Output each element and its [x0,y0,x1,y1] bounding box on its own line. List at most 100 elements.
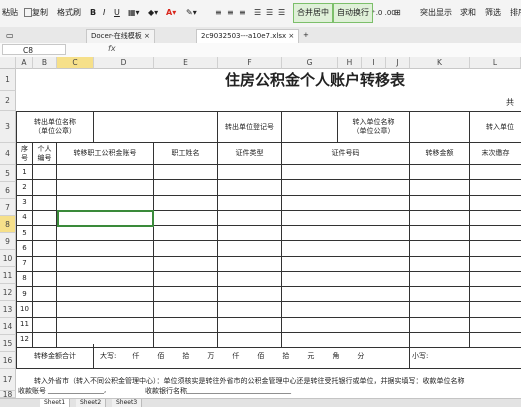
data-cell[interactable] [282,180,410,196]
fx-label[interactable]: fx [108,44,116,53]
data-cell[interactable] [154,241,218,257]
col-header-e[interactable]: E [154,57,218,69]
tab-docer[interactable]: Docer-在线模板 × [86,29,155,43]
data-cell[interactable] [470,257,521,272]
select-all-corner[interactable] [0,57,16,69]
row-header-4[interactable]: 4 [0,143,16,165]
data-cell[interactable] [33,210,57,226]
col-header-c[interactable]: C [57,57,94,69]
col-header-i[interactable]: I [362,57,386,69]
tab-nav-icon[interactable]: ▭ [2,29,18,42]
data-cell[interactable] [470,226,521,242]
format-painter-button[interactable]: 格式刷 [57,5,81,21]
data-cell[interactable] [410,165,470,181]
sum-button[interactable]: 求和 [460,5,476,21]
data-cell[interactable] [154,180,218,196]
data-cell[interactable] [218,226,282,242]
data-cell[interactable] [410,256,470,272]
auto-wrap-button[interactable]: 自动换行 [333,3,373,23]
col-header-a[interactable]: A [16,57,33,69]
row-header-8[interactable]: 8 [0,216,16,233]
row-header-17[interactable]: 17 [0,369,16,391]
data-cell[interactable] [154,271,218,287]
data-cell[interactable] [218,317,282,333]
out-reg-value[interactable] [282,111,338,143]
data-cell[interactable] [154,226,218,242]
align-left-icon[interactable]: ≡ [215,5,222,21]
data-cell[interactable] [470,211,521,226]
align-right-icon[interactable]: ≡ [239,5,246,21]
col-header-j[interactable]: J [386,57,410,69]
filter-button[interactable]: 筛选 [485,5,501,21]
data-cell[interactable] [57,287,154,303]
data-cell[interactable] [154,302,218,318]
data-cell[interactable] [470,287,521,303]
data-cell[interactable] [33,195,57,211]
data-cell[interactable] [33,256,57,272]
data-cell[interactable] [218,165,282,181]
data-cell[interactable] [410,195,470,211]
paste-button[interactable]: 粘贴 [2,5,18,21]
data-cell[interactable] [57,271,154,287]
data-cell[interactable] [218,256,282,272]
data-cell[interactable] [33,317,57,333]
data-cell[interactable] [410,180,470,196]
fill-color-icon[interactable]: ◆▾ [148,5,158,21]
data-cell[interactable] [154,195,218,211]
align-right2-icon[interactable]: ☰ [278,5,285,21]
data-cell[interactable] [470,180,521,196]
data-cell[interactable] [218,180,282,196]
merge-center-button[interactable]: 合并居中 [293,3,333,23]
col-header-d[interactable]: D [94,57,154,69]
row-header-12[interactable]: 12 [0,284,16,301]
data-cell[interactable] [470,318,521,333]
align-center-icon[interactable]: ≡ [227,5,234,21]
data-cell[interactable] [57,180,154,196]
data-cell[interactable] [282,287,410,303]
data-cell[interactable] [154,210,218,226]
decimal-icon[interactable]: ⁺.0 .00 [372,5,396,21]
data-cell[interactable] [57,317,154,333]
tab-file[interactable]: 2c9032503---a10e7.xlsx × [196,29,300,43]
clear-icon[interactable]: ✎▾ [186,5,197,21]
row-header-7[interactable]: 7 [0,199,16,216]
name-box[interactable]: C8 [2,44,66,55]
italic-button[interactable]: I [103,5,105,21]
col-header-l[interactable]: L [470,57,521,69]
data-cell[interactable] [33,302,57,318]
data-cell[interactable] [218,302,282,318]
align-left2-icon[interactable]: ☰ [254,5,261,21]
data-cell[interactable] [410,241,470,257]
data-cell[interactable] [57,226,154,242]
data-cell[interactable] [57,256,154,272]
data-cell[interactable] [410,287,470,303]
data-cell[interactable] [218,271,282,287]
data-cell[interactable] [33,180,57,196]
data-cell[interactable] [470,272,521,287]
data-cell[interactable] [154,287,218,303]
data-cell[interactable] [282,226,410,242]
data-cell[interactable] [57,165,154,181]
row-header-9[interactable]: 9 [0,233,16,250]
data-cell[interactable] [410,317,470,333]
border-icon[interactable]: ▦▾ [128,5,140,21]
data-cell[interactable] [154,165,218,181]
data-cell[interactable] [470,302,521,318]
out-unit-value[interactable] [94,111,218,143]
data-cell[interactable] [282,195,410,211]
data-cell[interactable] [218,210,282,226]
row-header-5[interactable]: 5 [0,165,16,182]
highlight-button[interactable]: 突出显示 [420,5,452,21]
row-header-3[interactable]: 3 [0,111,16,143]
underline-button[interactable]: U [114,5,120,21]
row-header-6[interactable]: 6 [0,182,16,199]
data-cell[interactable] [154,256,218,272]
sort-button[interactable]: 排序 [510,5,521,21]
data-cell[interactable] [282,317,410,333]
data-cell[interactable] [154,317,218,333]
data-cell[interactable] [282,302,410,318]
align-center2-icon[interactable]: ☰ [266,5,273,21]
data-cell[interactable] [57,241,154,257]
in-unit-value[interactable] [410,111,470,143]
data-cell[interactable] [410,226,470,242]
